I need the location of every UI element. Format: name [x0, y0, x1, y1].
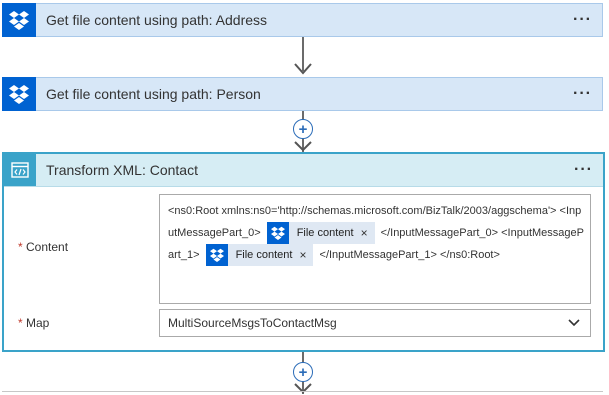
file-content-token[interactable]: File content × — [205, 244, 314, 267]
remove-token-icon[interactable]: × — [299, 244, 313, 266]
map-label-text: Map — [26, 316, 50, 330]
file-content-token[interactable]: File content × — [266, 222, 375, 245]
required-marker: * — [18, 240, 23, 254]
transform-xml-card[interactable]: Transform XML: Contact ··· * Content <ns… — [2, 152, 605, 352]
dropbox-icon — [2, 76, 36, 111]
content-text: </InputMessagePart_1> </ns0:Root> — [319, 249, 500, 262]
step-title: Get file content using path: Address — [46, 12, 268, 28]
token-label: File content — [235, 249, 293, 262]
next-card-edge — [2, 391, 603, 395]
more-options-icon[interactable]: ··· — [574, 162, 593, 178]
step-header[interactable]: Get file content using path: Person ··· — [2, 76, 603, 111]
step-title: Get file content using path: Person — [46, 86, 261, 102]
more-options-icon[interactable]: ··· — [573, 86, 592, 102]
map-label: * Map — [18, 316, 49, 330]
transform-header[interactable]: Transform XML: Contact ··· — [4, 154, 603, 187]
content-label-text: Content — [26, 240, 69, 254]
content-input[interactable]: <ns0:Root xmlns:ns0='http://schemas.micr… — [159, 194, 591, 304]
map-selected-value: MultiSourceMsgsToContactMsg — [168, 316, 337, 330]
remove-token-icon[interactable]: × — [361, 222, 375, 244]
add-step-button[interactable]: + — [293, 362, 313, 382]
required-marker: * — [18, 316, 23, 330]
arrow-down-icon — [294, 63, 312, 75]
content-label: * Content — [18, 240, 68, 254]
code-window-icon — [4, 154, 36, 186]
chevron-down-icon — [568, 319, 580, 327]
dropbox-icon — [266, 222, 289, 245]
add-step-button[interactable]: + — [293, 119, 313, 139]
step-card-address[interactable]: Get file content using path: Address ··· — [2, 2, 603, 37]
dropbox-icon — [205, 244, 228, 267]
dropbox-icon — [2, 2, 36, 37]
more-options-icon[interactable]: ··· — [573, 12, 592, 28]
token-label: File content — [296, 227, 354, 240]
step-card-person[interactable]: Get file content using path: Person ··· — [2, 76, 603, 111]
step-header[interactable]: Get file content using path: Address ··· — [2, 2, 603, 37]
transform-title: Transform XML: Contact — [46, 162, 198, 178]
map-dropdown[interactable]: MultiSourceMsgsToContactMsg — [159, 309, 591, 337]
